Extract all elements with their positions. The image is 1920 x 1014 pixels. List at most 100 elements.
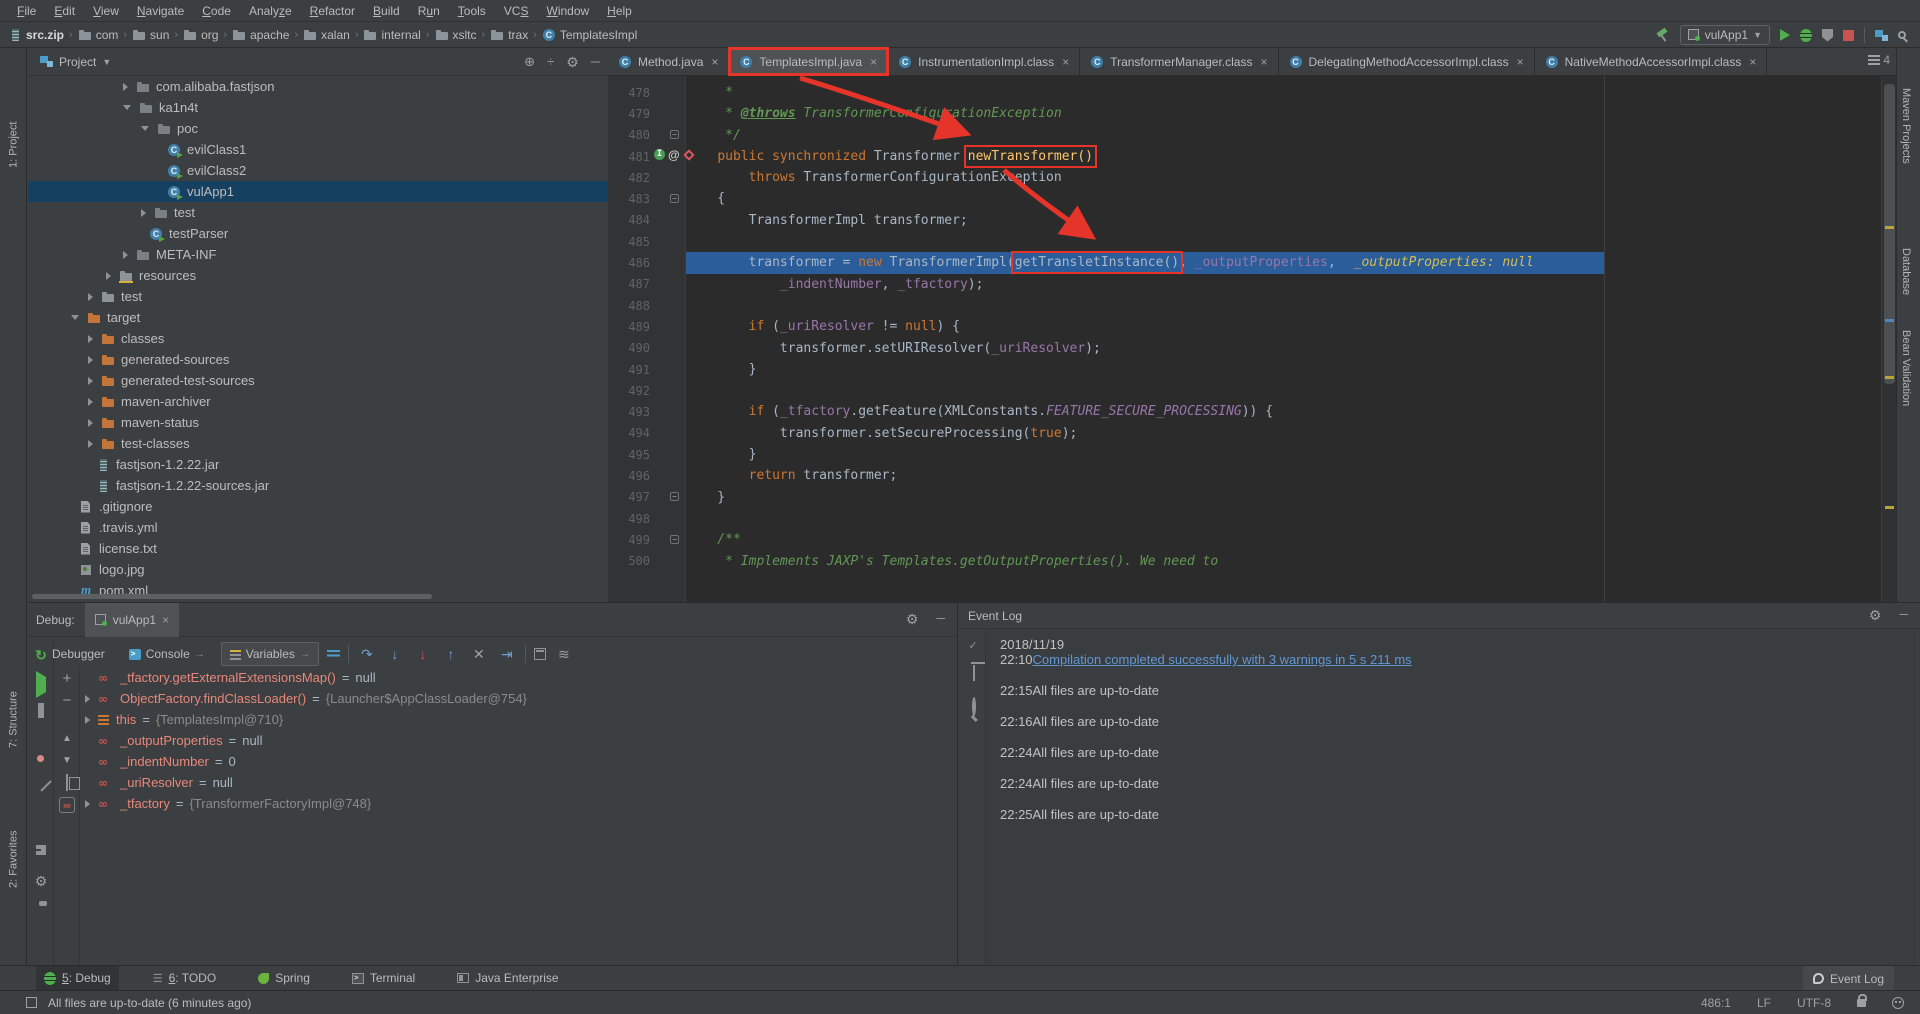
menu-item-edit[interactable]: Edit: [45, 0, 84, 22]
code-line-489[interactable]: 489 if (_uriResolver != null) {: [608, 316, 1896, 337]
editor-tab-method-java[interactable]: Method.java×: [608, 48, 729, 75]
hide-panel-icon[interactable]: [936, 611, 945, 628]
code-line-480[interactable]: 480− */: [608, 125, 1896, 146]
tool-button-structure[interactable]: 7: Structure: [0, 638, 27, 748]
tool-button-6-todo[interactable]: 6: TODO: [145, 966, 224, 991]
tree-expand-arrow[interactable]: [123, 105, 131, 110]
tab-variables[interactable]: Variables →: [221, 642, 319, 666]
tree-item-generated-test-sources[interactable]: generated-test-sources: [28, 370, 608, 391]
tree-expand-arrow[interactable]: [82, 716, 92, 724]
stop-button[interactable]: [1843, 30, 1854, 41]
tool-button-maven-projects[interactable]: Maven Projects: [1900, 88, 1912, 164]
drop-frame-icon[interactable]: ✕: [469, 646, 489, 663]
tool-button-bean-validation[interactable]: Bean Validation: [1900, 330, 1912, 406]
run-button[interactable]: [1780, 29, 1790, 41]
tree-item-logo-jpg[interactable]: logo.jpg: [28, 559, 608, 580]
threads-view-icon[interactable]: [327, 649, 340, 660]
tree-item-maven-archiver[interactable]: maven-archiver: [28, 391, 608, 412]
debug-button[interactable]: [1800, 29, 1812, 42]
mark-all-read-icon[interactable]: [965, 637, 981, 653]
tool-button-java-enterprise[interactable]: Java Enterprise: [449, 966, 566, 991]
close-icon[interactable]: ×: [1517, 55, 1524, 69]
code-line-484[interactable]: 484 TransformerImpl transformer;: [608, 210, 1896, 231]
tree-item-resources[interactable]: resources: [28, 265, 608, 286]
view-breakpoints-icon[interactable]: [33, 759, 49, 775]
tree-expand-arrow[interactable]: [88, 398, 93, 406]
code-line-485[interactable]: 485: [608, 231, 1896, 252]
editor-tab-templatesimpl-java[interactable]: TemplatesImpl.java×: [729, 48, 888, 75]
code-line-496[interactable]: 496 return transformer;: [608, 465, 1896, 486]
event-log-link[interactable]: Compilation completed successfully with …: [1033, 652, 1412, 667]
fold-marker-icon[interactable]: −: [670, 194, 679, 203]
tree-item-maven-status[interactable]: maven-status: [28, 412, 608, 433]
tree-item-license-txt[interactable]: license.txt: [28, 538, 608, 559]
editor-tab-nativemethodaccessorimpl-class[interactable]: NativeMethodAccessorImpl.class×: [1535, 48, 1768, 75]
code-line-488[interactable]: 488: [608, 295, 1896, 316]
warning-stripe-mark[interactable]: [1885, 506, 1894, 509]
pause-icon[interactable]: [33, 703, 49, 719]
code-area[interactable]: 478 *479 * @throws TransformerConfigurat…: [608, 76, 1896, 608]
stop-icon[interactable]: [33, 729, 49, 745]
tool-button-5-debug[interactable]: 5: Debug: [36, 966, 119, 991]
tree-expand-arrow[interactable]: [88, 440, 93, 448]
fold-marker-icon[interactable]: −: [670, 492, 679, 501]
search-icon[interactable]: [1898, 31, 1906, 39]
editor-tab-delegatingmethodaccessorimpl-class[interactable]: DelegatingMethodAccessorImpl.class×: [1279, 48, 1535, 75]
add-watch-icon[interactable]: +: [59, 671, 75, 687]
menu-item-file[interactable]: File: [8, 0, 45, 22]
step-over-icon[interactable]: ↷: [357, 646, 377, 663]
evaluate-expression-icon[interactable]: [534, 648, 546, 660]
mute-breakpoints-icon[interactable]: [33, 781, 49, 797]
hide-panel-icon[interactable]: [1899, 607, 1908, 624]
close-icon[interactable]: ×: [711, 55, 718, 69]
code-line-491[interactable]: 491 }: [608, 359, 1896, 380]
code-line-493[interactable]: 493 if (_tfactory.getFeature(XMLConstant…: [608, 401, 1896, 422]
variable-row-objectfactory-findclassloader-[interactable]: ∞ObjectFactory.findClassLoader()={Launch…: [82, 688, 952, 709]
menu-item-vcs[interactable]: VCS: [495, 0, 538, 22]
project-structure-icon[interactable]: [1875, 30, 1888, 41]
warning-stripe-mark[interactable]: [1885, 376, 1894, 379]
tree-item-fastjson-1-2-22-jar[interactable]: fastjson-1.2.22.jar: [28, 454, 608, 475]
tool-button-spring[interactable]: Spring: [250, 966, 318, 991]
step-into-icon[interactable]: ↓: [385, 646, 405, 662]
tree-item-com-alibaba-fastjson[interactable]: com.alibaba.fastjson: [28, 76, 608, 97]
close-icon[interactable]: ×: [1062, 55, 1069, 69]
restore-layout-icon[interactable]: [33, 845, 49, 861]
breadcrumb-item[interactable]: src.zip: [8, 28, 64, 42]
menu-item-refactor[interactable]: Refactor: [301, 0, 364, 22]
tree-item-meta-inf[interactable]: META-INF: [28, 244, 608, 265]
tree-item--travis-yml[interactable]: .travis.yml: [28, 517, 608, 538]
project-panel-title[interactable]: Project: [59, 55, 96, 69]
locate-file-icon[interactable]: [524, 54, 535, 71]
force-step-into-icon[interactable]: ↓: [413, 646, 433, 662]
toolwindow-toggle-icon[interactable]: [26, 997, 37, 1008]
tree-expand-arrow[interactable]: [88, 377, 93, 385]
tree-expand-arrow[interactable]: [88, 356, 93, 364]
menu-item-window[interactable]: Window: [537, 0, 598, 22]
execution-stripe-mark[interactable]: [1885, 319, 1894, 322]
tool-button-favorites[interactable]: 2: Favorites: [0, 778, 27, 888]
code-line-500[interactable]: 500 * Implements JAXP's Templates.getOut…: [608, 551, 1896, 572]
menu-item-run[interactable]: Run: [409, 0, 449, 22]
tree-item-poc[interactable]: poc: [28, 118, 608, 139]
tool-button-database[interactable]: Database: [1900, 248, 1912, 295]
duplicate-watch-icon[interactable]: [59, 775, 75, 791]
code-line-481[interactable]: 481I@ public synchronized Transformer ne…: [608, 146, 1896, 167]
tree-expand-arrow[interactable]: [106, 272, 111, 280]
horizontal-scrollbar[interactable]: [32, 594, 432, 599]
code-line-486[interactable]: 486 transformer = new TransformerImpl(ge…: [608, 252, 1896, 273]
tree-expand-arrow[interactable]: [82, 800, 92, 808]
debug-settings-gear-icon[interactable]: [33, 873, 49, 889]
breadcrumb-item[interactable]: org: [183, 28, 218, 42]
code-line-498[interactable]: 498: [608, 508, 1896, 529]
tree-item-classes[interactable]: classes: [28, 328, 608, 349]
wrench-icon[interactable]: [966, 699, 982, 715]
code-line-494[interactable]: 494 transformer.setSecureProcessing(true…: [608, 423, 1896, 444]
resume-icon[interactable]: [33, 677, 49, 693]
gear-icon[interactable]: [1869, 607, 1882, 624]
coverage-button[interactable]: [1822, 29, 1833, 42]
close-icon[interactable]: ×: [870, 55, 877, 69]
debug-session-tab[interactable]: vulApp1 ×: [85, 603, 179, 637]
tree-item-evilclass2[interactable]: evilClass2: [28, 160, 608, 181]
tree-item--gitignore[interactable]: .gitignore: [28, 496, 608, 517]
